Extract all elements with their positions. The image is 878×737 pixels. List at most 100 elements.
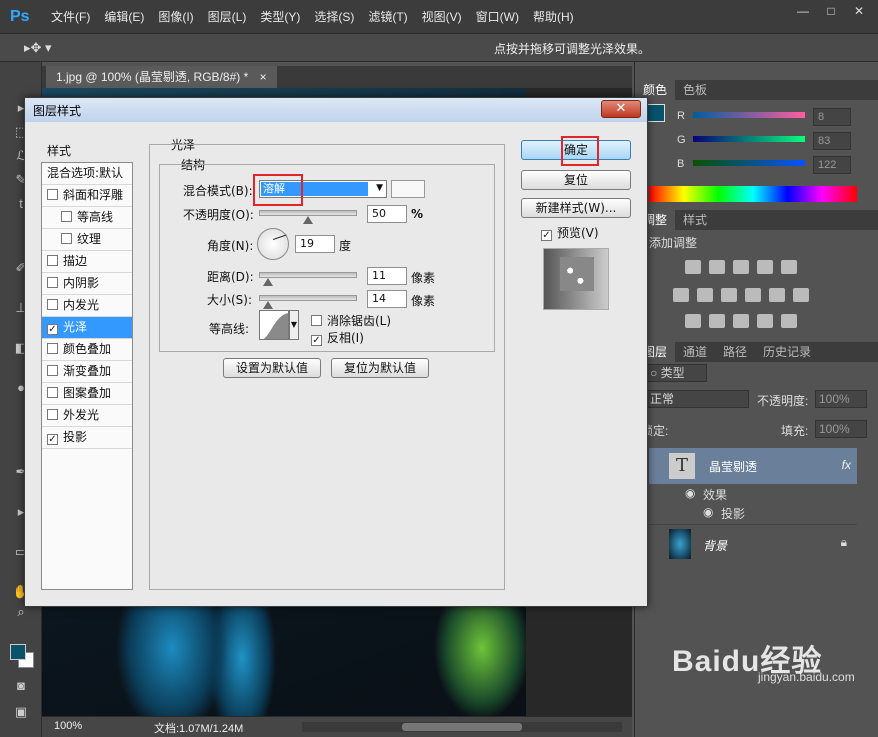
red-value-field[interactable]: 8 <box>813 108 851 126</box>
layer-name[interactable]: 晶莹剔透 <box>709 458 757 475</box>
vibrance-icon[interactable] <box>781 260 797 274</box>
style-check-icon[interactable] <box>47 343 58 354</box>
style-check-icon[interactable] <box>61 233 72 244</box>
opacity-slider-thumb[interactable] <box>303 216 313 224</box>
scrollbar-thumb[interactable] <box>402 723 522 731</box>
style-list-item[interactable]: 内阴影 <box>42 273 132 295</box>
chevron-down-icon[interactable]: ▼ <box>289 310 299 340</box>
style-list-item[interactable]: ✓ 光泽 <box>42 317 132 339</box>
menu-item[interactable]: 图像(I) <box>151 0 200 34</box>
tab-paths[interactable]: 路径 <box>715 342 755 362</box>
layer-row-background[interactable]: 背景 🔒︎ <box>649 524 857 562</box>
zoom-level[interactable]: 100% <box>54 720 82 732</box>
tab-styles[interactable]: 样式 <box>675 210 715 230</box>
menu-item[interactable]: 文件(F) <box>44 0 97 34</box>
style-list-item[interactable]: 等高线 <box>42 207 132 229</box>
style-list-item[interactable]: 描边 <box>42 251 132 273</box>
style-list-item[interactable]: 内发光 <box>42 295 132 317</box>
layer-name[interactable]: 背景 <box>703 537 727 554</box>
horizontal-scrollbar[interactable] <box>302 722 622 732</box>
menu-item[interactable]: 编辑(E) <box>97 0 151 34</box>
menu-item[interactable]: 帮助(H) <box>526 0 581 34</box>
menu-item[interactable]: 滤镜(T) <box>361 0 414 34</box>
eye-icon[interactable]: ◉ <box>685 486 695 500</box>
exposure-icon[interactable] <box>757 260 773 274</box>
tab-swatches[interactable]: 色板 <box>675 80 715 100</box>
foreground-color-chip[interactable] <box>647 104 665 122</box>
style-check-icon[interactable] <box>47 409 58 420</box>
invert-check-icon[interactable]: ✓ <box>311 335 322 346</box>
preview-checkbox[interactable]: ✓ 预览(V) <box>541 224 599 241</box>
opacity-field[interactable]: 50 <box>367 205 407 223</box>
posterize-icon[interactable] <box>709 314 725 328</box>
menu-item[interactable]: 图层(L) <box>201 0 254 34</box>
tab-channels[interactable]: 通道 <box>675 342 715 362</box>
layer-fill-field[interactable]: 100% <box>815 420 867 438</box>
close-window-button[interactable]: ✕ <box>846 2 872 20</box>
style-list-item[interactable]: 混合选项:默认 <box>42 163 132 185</box>
layer-row-text[interactable]: T 晶莹剔透 fx <box>649 448 857 484</box>
hue-saturation-icon[interactable] <box>673 288 689 302</box>
antialias-check-icon[interactable] <box>311 315 322 326</box>
menu-item[interactable]: 选择(S) <box>307 0 361 34</box>
style-list-item[interactable]: 外发光 <box>42 405 132 427</box>
ok-button[interactable]: 确定 <box>521 140 631 160</box>
green-slider[interactable] <box>693 136 805 142</box>
layer-effect-shadow-row[interactable]: ◉ 投影 <box>649 505 857 523</box>
color-balance-icon[interactable] <box>697 288 713 302</box>
distance-slider-thumb[interactable] <box>263 278 273 286</box>
angle-dial[interactable] <box>257 228 289 260</box>
dialog-titlebar[interactable]: 图层样式 ✕ <box>25 98 647 122</box>
antialias-checkbox[interactable]: 消除锯齿(L) <box>311 312 391 329</box>
color-spectrum-ramp[interactable] <box>649 186 857 202</box>
distance-slider[interactable] <box>259 272 357 278</box>
layer-filter-select[interactable]: ○ 类型 <box>645 364 707 382</box>
quick-mask-icon[interactable]: ◙ <box>10 676 32 696</box>
reset-default-button[interactable]: 复位为默认值 <box>331 358 429 378</box>
gloss-color-swatch[interactable] <box>391 180 425 198</box>
document-tab[interactable]: 1.jpg @ 100% (晶莹剔透, RGB/8#) * × <box>46 66 277 88</box>
document-tab-close-icon[interactable]: × <box>260 70 267 84</box>
style-check-icon[interactable] <box>47 189 58 200</box>
move-tool-icon[interactable]: ▸✥ ▾ <box>24 38 64 58</box>
gradient-map-icon[interactable] <box>781 314 797 328</box>
style-check-icon[interactable] <box>47 387 58 398</box>
menu-item[interactable]: 类型(Y) <box>253 0 307 34</box>
angle-field[interactable]: 19 <box>295 235 335 253</box>
contour-preview[interactable] <box>259 310 289 340</box>
style-check-icon[interactable] <box>61 211 72 222</box>
style-check-icon[interactable]: ✓ <box>47 324 58 335</box>
layer-blend-mode-select[interactable]: 正常 <box>645 390 749 408</box>
fx-icon[interactable]: fx <box>842 458 851 472</box>
levels-icon[interactable] <box>709 260 725 274</box>
style-check-icon[interactable] <box>47 255 58 266</box>
style-check-icon[interactable] <box>47 277 58 288</box>
photo-filter-icon[interactable] <box>745 288 761 302</box>
style-list-item[interactable]: 斜面和浮雕 <box>42 185 132 207</box>
style-check-icon[interactable] <box>47 299 58 310</box>
menu-item[interactable]: 视图(V) <box>415 0 469 34</box>
style-list-item[interactable]: 图案叠加 <box>42 383 132 405</box>
size-field[interactable]: 14 <box>367 290 407 308</box>
style-list-item[interactable]: ✓ 投影 <box>42 427 132 449</box>
brightness-icon[interactable] <box>685 260 701 274</box>
set-default-button[interactable]: 设置为默认值 <box>223 358 321 378</box>
curves-icon[interactable] <box>733 260 749 274</box>
blue-value-field[interactable]: 122 <box>813 156 851 174</box>
preview-check-icon[interactable]: ✓ <box>541 230 552 241</box>
minimize-button[interactable]: — <box>790 2 816 20</box>
tab-history[interactable]: 历史记录 <box>755 342 819 362</box>
style-list-item[interactable]: 颜色叠加 <box>42 339 132 361</box>
distance-field[interactable]: 11 <box>367 267 407 285</box>
black-white-icon[interactable] <box>721 288 737 302</box>
size-slider-thumb[interactable] <box>263 301 273 309</box>
screen-mode-icon[interactable]: ▣ <box>10 702 32 722</box>
style-list-item[interactable]: 渐变叠加 <box>42 361 132 383</box>
dialog-close-button[interactable]: ✕ <box>601 100 641 118</box>
channel-mixer-icon[interactable] <box>769 288 785 302</box>
invert-icon[interactable] <box>685 314 701 328</box>
green-value-field[interactable]: 83 <box>813 132 851 150</box>
style-check-icon[interactable] <box>47 365 58 376</box>
eye-icon[interactable]: ◉ <box>703 505 713 519</box>
reset-button[interactable]: 复位 <box>521 170 631 190</box>
